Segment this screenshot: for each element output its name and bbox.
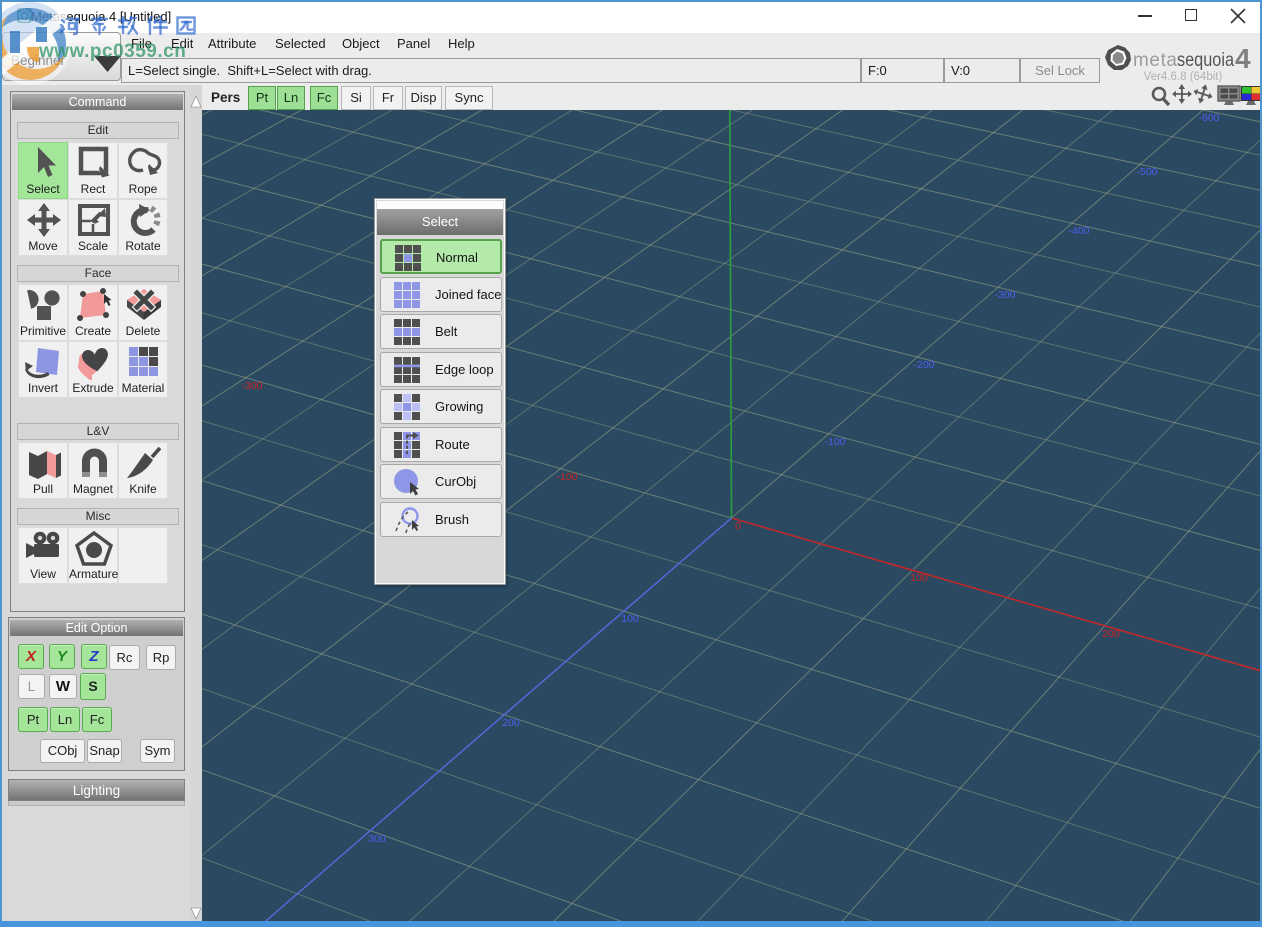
- svg-text:100: 100: [910, 572, 928, 584]
- svg-text:meta: meta: [1133, 50, 1177, 71]
- svg-text:0: 0: [735, 520, 741, 532]
- svg-text:4: 4: [1235, 44, 1251, 74]
- svg-text:sequoia: sequoia: [1177, 50, 1234, 71]
- svg-text:-400: -400: [1068, 225, 1089, 237]
- svg-text:300: 300: [368, 833, 386, 845]
- svg-text:200: 200: [502, 717, 520, 729]
- svg-text:100: 100: [621, 613, 639, 625]
- svg-text:-300: -300: [994, 289, 1015, 301]
- svg-text:-100: -100: [556, 471, 577, 483]
- svg-text:-100: -100: [824, 436, 845, 448]
- svg-text:-500: -500: [1136, 166, 1157, 178]
- svg-text:-300: -300: [241, 380, 262, 392]
- svg-text:-600: -600: [1198, 112, 1219, 124]
- svg-text:-200: -200: [913, 359, 934, 371]
- svg-text:200: 200: [1102, 628, 1120, 640]
